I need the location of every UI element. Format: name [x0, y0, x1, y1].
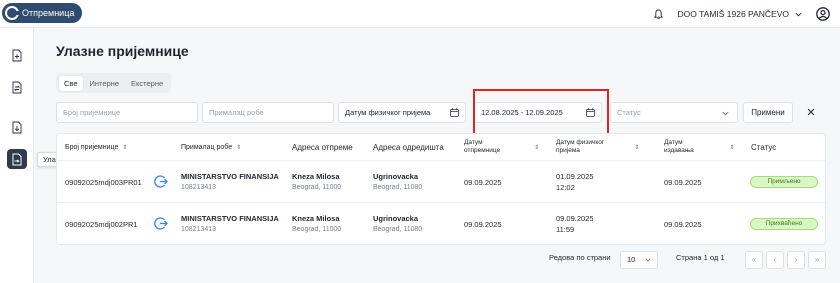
sidebar-item-shipments[interactable] — [7, 77, 27, 97]
sidebar-item-incoming-receipts[interactable] — [7, 149, 27, 169]
date-range-highlight — [473, 89, 609, 135]
sidebar-item-create-shipment[interactable] — [7, 45, 27, 65]
origin-cell: Kneza Milosa Beograd, 11000 — [292, 214, 342, 233]
shipment-date-cell: 09.09.2025 — [464, 219, 502, 229]
receipt-number-filter[interactable]: Број пријемнице — [56, 102, 198, 123]
table-row[interactable]: 09092025mdj003PR01 MINISTARSTVO FINANSIJ… — [57, 160, 825, 202]
status-select[interactable]: Статус — [610, 102, 738, 123]
clear-filters-button[interactable]: ✕ — [799, 102, 823, 123]
status-badge: Примљено — [750, 176, 818, 188]
physical-date-cell: 09.09.2025 11:59 — [556, 214, 594, 234]
document-plus-icon — [12, 49, 22, 61]
chevron-down-icon — [795, 12, 802, 16]
document-transfer-icon — [12, 81, 22, 93]
rows-per-page-label: Редова по страни — [549, 253, 611, 262]
user-icon[interactable] — [816, 7, 830, 21]
open-arrow-icon[interactable] — [153, 216, 168, 231]
chevron-down-icon — [645, 258, 651, 262]
top-bar: Отпремница DOO TAMIŠ 1926 PANČEVO — [0, 0, 840, 28]
tab-external[interactable]: Екстерне — [126, 76, 168, 91]
open-arrow-icon[interactable] — [153, 174, 168, 189]
column-header-origin: Адреса отпреме — [292, 142, 353, 152]
issue-date-cell: 09.09.2025 — [664, 177, 702, 187]
last-page-button[interactable]: » — [808, 251, 826, 269]
physical-date-label: Датум физичког пријема — [345, 108, 431, 117]
page-info: Страна 1 од 1 — [676, 253, 725, 262]
column-header-status: Статус — [751, 142, 777, 152]
close-icon: ✕ — [806, 107, 816, 119]
sort-icon: ⇕ — [534, 144, 540, 151]
status-placeholder: Статус — [617, 108, 641, 117]
document-download-icon — [12, 121, 22, 133]
company-name: DOO TAMIŠ 1926 PANČEVO — [677, 9, 789, 19]
logo-icon — [5, 6, 19, 20]
receipt-number[interactable]: 09092025mdj003PR01 — [65, 161, 142, 203]
shipment-date-cell: 09.09.2025 — [464, 177, 502, 187]
destination-cell: Ugrinovacka Beograd, 11080 — [373, 214, 423, 233]
recipient-cell: MINISTARSTVO FINANSIJA 108213413 — [181, 214, 279, 233]
sidebar-item-receipts[interactable] — [7, 117, 27, 137]
rows-per-page-select[interactable]: 10 — [620, 251, 658, 269]
column-header-receipt[interactable]: Број пријемнице ⇕ — [65, 134, 127, 160]
column-header-shipment-date[interactable]: Датум отпремнице ⇕ — [464, 134, 539, 160]
tab-all[interactable]: Све — [59, 75, 83, 91]
table-row[interactable]: 09092025mdj002PR1 MINISTARSTVO FINANSIJA… — [57, 202, 825, 244]
recipient-filter[interactable]: Прималац робе — [202, 102, 334, 123]
app-logo[interactable]: Отпремница — [2, 3, 83, 23]
bell-icon[interactable] — [654, 8, 664, 20]
status-badge: Прихваћено — [750, 218, 818, 230]
sort-icon: ⇕ — [729, 144, 735, 151]
logo-text: Отпремница — [22, 8, 75, 18]
receipts-table: Број пријемнице ⇕ Прималац робе ⇕ Адреса о… — [56, 133, 826, 245]
column-header-issue-date[interactable]: Датум издавања ⇕ — [664, 134, 735, 160]
first-page-button[interactable]: « — [745, 251, 763, 269]
sort-icon: ⇕ — [634, 144, 640, 151]
chevron-down-icon — [722, 111, 729, 116]
tab-internal[interactable]: Интерне — [85, 76, 125, 91]
rows-per-page-value: 10 — [627, 255, 636, 264]
column-header-recipient[interactable]: Прималац робе ⇕ — [181, 134, 241, 160]
tab-group: Све Интерне Екстерне — [56, 73, 172, 93]
issue-date-cell: 09.09.2025 — [664, 219, 702, 229]
physical-date-filter[interactable]: Датум физичког пријема — [338, 102, 466, 123]
document-incoming-icon — [12, 153, 22, 165]
apply-button[interactable]: Примени — [743, 102, 793, 123]
company-selector[interactable]: DOO TAMIŠ 1926 PANČEVO — [678, 9, 802, 19]
next-page-button[interactable]: › — [787, 251, 805, 269]
column-header-destination: Адреса одредишта — [373, 142, 444, 152]
page-title: Улазне пријемнице — [56, 43, 189, 59]
physical-date-cell: 01.09.2025 12:02 — [556, 172, 594, 192]
receipt-number[interactable]: 09092025mdj002PR1 — [65, 203, 138, 245]
origin-cell: Kneza Milosa Beograd, 11000 — [292, 172, 342, 191]
calendar-icon — [450, 108, 459, 117]
recipient-cell: MINISTARSTVO FINANSIJA 108213413 — [181, 172, 279, 191]
column-header-physical-date[interactable]: Датум физичког пријема ⇕ — [556, 134, 639, 160]
sidebar — [0, 28, 34, 283]
sort-icon: ⇕ — [236, 144, 242, 151]
prev-page-button[interactable]: ‹ — [766, 251, 784, 269]
destination-cell: Ugrinovacka Beograd, 11080 — [373, 172, 423, 191]
sort-icon: ⇕ — [122, 144, 128, 151]
